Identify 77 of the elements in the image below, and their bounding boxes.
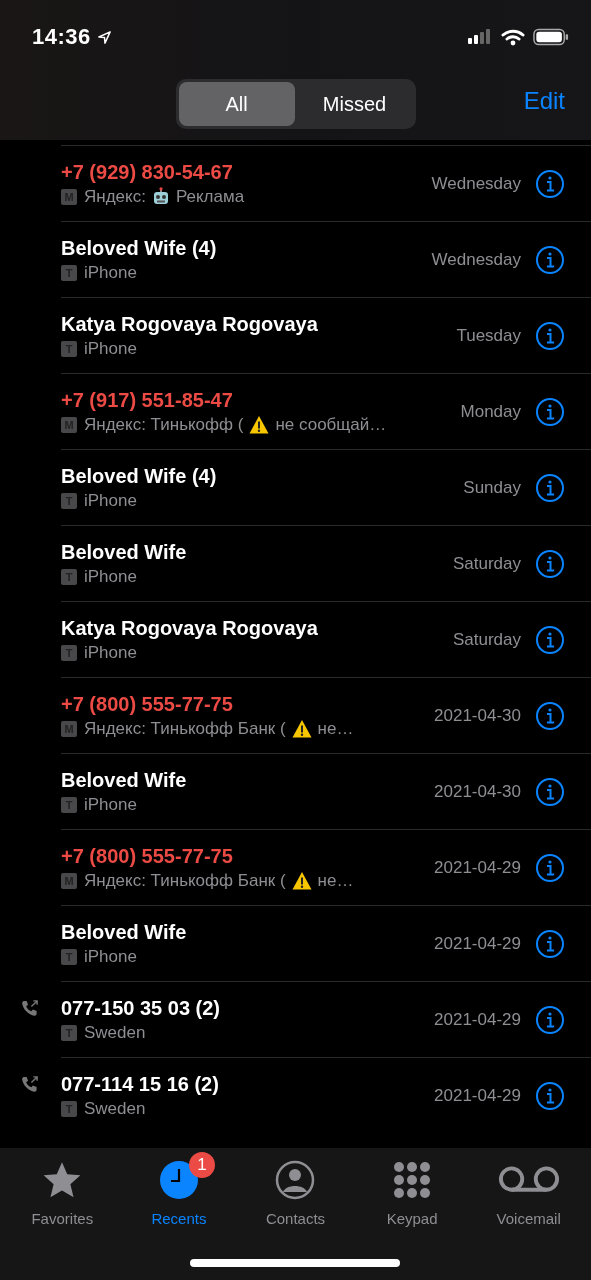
call-date: Saturday <box>452 553 521 574</box>
call-date: Saturday <box>452 629 521 650</box>
filter-tab[interactable]: Missed <box>296 82 413 126</box>
info-icon[interactable] <box>535 700 565 731</box>
info-icon[interactable] <box>535 244 565 275</box>
warning-icon <box>290 718 313 739</box>
caller-name: +7 (929) 830-54-67 <box>61 160 233 184</box>
voicemail-icon <box>497 1165 560 1195</box>
caller-name: +7 (917) 551-85-47 <box>61 388 233 412</box>
signal-icon <box>467 29 493 45</box>
tab-item[interactable]: Favorites <box>7 1148 118 1227</box>
call-detail: Яндекс: Тинькофф Банк ( <box>84 718 286 739</box>
call-detail: iPhone <box>84 794 137 815</box>
warning-icon <box>290 870 313 891</box>
caller-name: 077-150 35 03 (2) <box>61 996 220 1020</box>
call-detail: iPhone <box>84 338 137 359</box>
call-date: Tuesday <box>456 325 521 346</box>
call-date: 2021-04-30 <box>434 705 521 726</box>
caller-name: Katya Rogovaya Rogovaya <box>61 616 318 640</box>
call-date: 2021-04-29 <box>434 1085 521 1106</box>
status-time: 14:36 <box>32 24 91 50</box>
warning-icon <box>248 414 271 435</box>
info-icon[interactable] <box>535 1004 565 1035</box>
call-detail: не сообщай… <box>275 414 387 435</box>
call-detail: Яндекс: Тинькофф Банк ( <box>84 870 286 891</box>
notification-badge: 1 <box>188 1152 215 1178</box>
caller-name: Beloved Wife (4) <box>61 236 217 260</box>
tab-item[interactable]: Keypad <box>357 1148 468 1227</box>
call-detail: не… <box>317 870 354 891</box>
call-date: 2021-04-29 <box>434 857 521 878</box>
call-detail: не… <box>317 718 354 739</box>
info-icon[interactable] <box>535 396 565 427</box>
call-date: 2021-04-30 <box>434 781 521 802</box>
caller-name: 077-114 15 16 (2) <box>61 1072 219 1096</box>
caller-name: Beloved Wife <box>61 920 187 944</box>
call-detail: iPhone <box>84 642 137 663</box>
call-date: Wednesday <box>431 173 521 194</box>
info-icon[interactable] <box>535 928 565 959</box>
tab-item[interactable]: 1 Recents <box>123 1148 234 1227</box>
call-detail: Яндекс: <box>84 186 146 207</box>
call-date: Monday <box>460 401 521 422</box>
caller-name: +7 (800) 555-77-75 <box>61 692 233 716</box>
wifi-icon <box>501 28 525 46</box>
tab-item[interactable]: Voicemail <box>473 1148 584 1227</box>
clock-icon <box>158 1160 199 1200</box>
info-icon[interactable] <box>535 624 565 655</box>
call-detail: iPhone <box>84 490 137 511</box>
info-icon[interactable] <box>535 776 565 807</box>
location-arrow-icon <box>96 29 112 45</box>
call-detail: Sweden <box>84 1098 146 1119</box>
call-date: Wednesday <box>431 249 521 270</box>
caller-name: Beloved Wife (4) <box>61 464 217 488</box>
keypad-icon <box>392 1160 433 1200</box>
info-icon[interactable] <box>535 320 565 351</box>
info-icon[interactable] <box>535 852 565 883</box>
info-icon[interactable] <box>535 548 565 579</box>
call-detail: Реклама <box>175 186 245 207</box>
call-detail: iPhone <box>84 262 137 283</box>
caller-name: Beloved Wife <box>61 540 187 564</box>
person-circle-icon <box>275 1160 316 1200</box>
call-date: 2021-04-29 <box>434 1009 521 1030</box>
tab-item[interactable]: Contacts <box>240 1148 351 1227</box>
caller-name: Katya Rogovaya Rogovaya <box>61 312 318 336</box>
caller-name: +7 (800) 555-77-75 <box>61 844 233 868</box>
call-date: Sunday <box>463 477 521 498</box>
edit-button[interactable]: Edit <box>523 87 565 115</box>
call-detail: iPhone <box>84 946 137 967</box>
battery-icon <box>533 28 569 46</box>
call-detail: iPhone <box>84 566 137 587</box>
filter-tab[interactable]: All <box>178 82 295 126</box>
call-detail: Sweden <box>84 1022 146 1043</box>
call-date: 2021-04-29 <box>434 933 521 954</box>
info-icon[interactable] <box>535 472 565 503</box>
info-icon[interactable] <box>535 168 565 199</box>
info-icon[interactable] <box>535 1080 565 1111</box>
caller-name: Beloved Wife <box>61 768 187 792</box>
call-detail: Яндекс: Тинькофф ( <box>84 414 244 435</box>
